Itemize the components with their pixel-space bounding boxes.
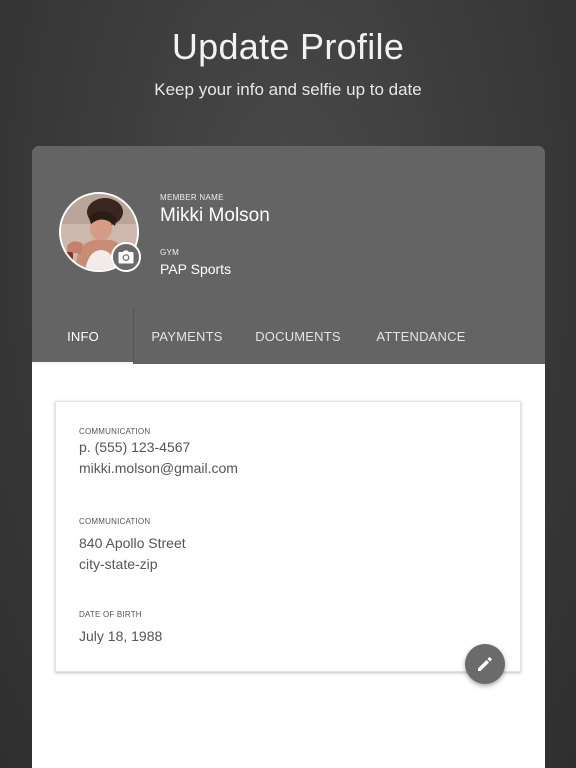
dob-value: July 18, 1988	[79, 628, 163, 644]
gym-label: GYM	[160, 248, 180, 257]
gym-name: PAP Sports	[160, 261, 232, 277]
change-photo-button[interactable]	[111, 242, 141, 272]
dob-label: DATE OF BIRTH	[79, 610, 142, 619]
email-value: mikki.molson@gmail.com	[79, 460, 238, 476]
pencil-icon	[478, 657, 492, 671]
avatar-container[interactable]	[59, 192, 141, 272]
camera-icon	[118, 250, 134, 264]
city-state-zip-value: city-state-zip	[79, 556, 158, 572]
page-subtitle: Keep your info and selfie up to date	[154, 80, 422, 99]
profile-card: MEMBER NAME Mikki Molson GYM PAP Sports …	[32, 146, 545, 768]
phone-label: COMMUNICATION	[79, 427, 151, 436]
tab-attendance[interactable]: ATTENDANCE	[356, 308, 486, 364]
address-label: COMMUNICATION	[79, 517, 151, 526]
profile-header: MEMBER NAME Mikki Molson GYM PAP Sports …	[32, 146, 545, 364]
edit-button[interactable]	[465, 644, 505, 684]
member-name-label: MEMBER NAME	[160, 193, 224, 202]
profile-tabs: INFO PAYMENTS DOCUMENTS ATTENDANCE	[32, 308, 545, 364]
page-title: Update Profile	[171, 26, 405, 67]
street-value: 840 Apollo Street	[79, 535, 186, 551]
tab-info[interactable]: INFO	[32, 308, 134, 364]
phone-value: p. (555) 123-4567	[79, 439, 191, 455]
member-name: Mikki Molson	[160, 205, 270, 226]
tab-divider	[133, 308, 134, 364]
tab-documents[interactable]: DOCUMENTS	[240, 308, 356, 364]
tab-payments[interactable]: PAYMENTS	[134, 308, 240, 364]
info-panel: COMMUNICATION p. (555) 123-4567 mikki.mo…	[55, 401, 521, 672]
